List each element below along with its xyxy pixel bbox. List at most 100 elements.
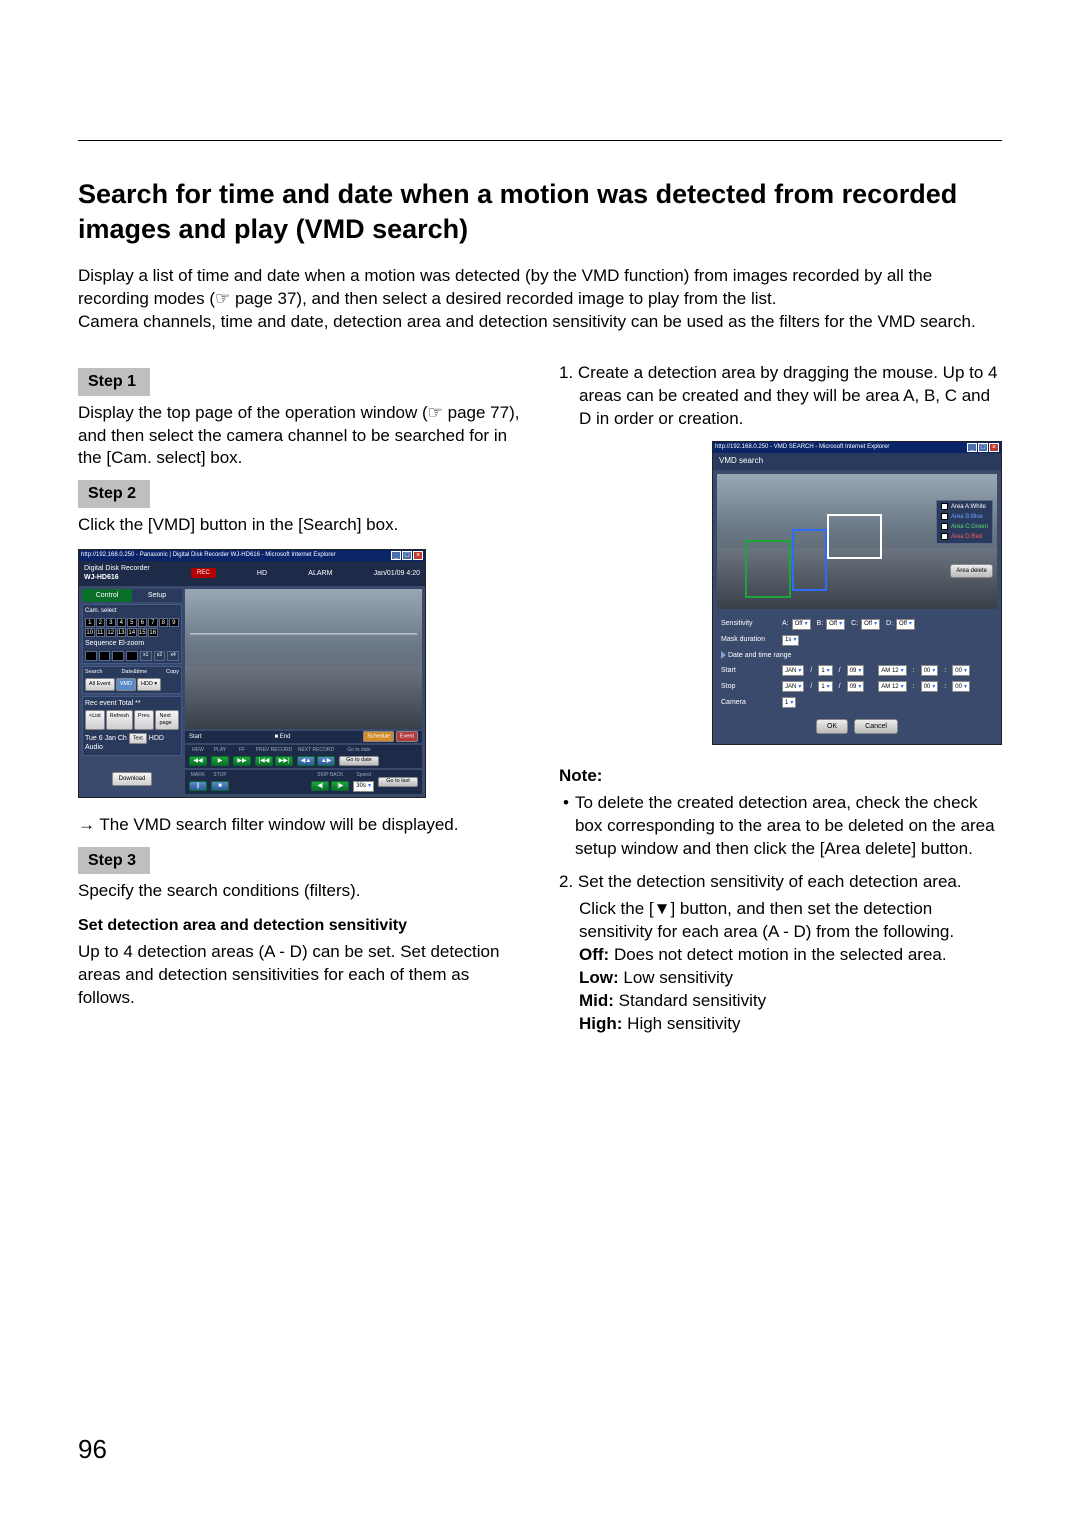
start-min[interactable]: 00▾ bbox=[921, 665, 939, 676]
sens-c-select[interactable]: Off▾ bbox=[861, 619, 880, 630]
sens-a-select[interactable]: Off▾ bbox=[792, 619, 811, 630]
end-label: ■ End bbox=[275, 733, 291, 741]
sens-b-select[interactable]: Off▾ bbox=[826, 619, 845, 630]
sens-d-select[interactable]: Off▾ bbox=[896, 619, 915, 630]
mask-label: Mask duration bbox=[721, 635, 776, 644]
alarm-indicator: ALARM bbox=[308, 569, 332, 578]
speed-select[interactable]: 30s▾ bbox=[353, 781, 374, 792]
max-icon[interactable]: □ bbox=[978, 443, 988, 452]
min-icon[interactable]: _ bbox=[391, 551, 401, 560]
start-hour[interactable]: AM 12▾ bbox=[878, 665, 906, 676]
hd-indicator: HD bbox=[257, 569, 267, 578]
multi-16[interactable] bbox=[126, 651, 138, 661]
schedule-indicator: Schedule bbox=[363, 731, 394, 742]
max-icon[interactable]: □ bbox=[402, 551, 412, 560]
prev-button[interactable]: Prev. bbox=[134, 710, 154, 730]
transport-bar: REW◀◀ PLAY▶ FF▶▶ PREV RECORD|◀◀▶▶| NEXT … bbox=[185, 745, 422, 768]
brand-model: WJ-HD616 bbox=[84, 573, 150, 582]
stop-min[interactable]: 00▾ bbox=[921, 681, 939, 692]
all-event-button[interactable]: All Event bbox=[85, 678, 115, 690]
step1-body: Display the top page of the operation wi… bbox=[78, 402, 521, 471]
rew-button[interactable]: ◀◀ bbox=[189, 756, 207, 766]
start-sec[interactable]: 00▾ bbox=[952, 665, 970, 676]
prevrec-button[interactable]: |◀◀ bbox=[255, 756, 273, 766]
stop-hour[interactable]: AM 12▾ bbox=[878, 681, 906, 692]
detection-area-a[interactable] bbox=[827, 514, 882, 559]
hdd-select[interactable]: HDD ▾ bbox=[137, 678, 161, 690]
total-label: Total ** bbox=[118, 700, 140, 707]
zoom-x1[interactable]: x1 bbox=[140, 651, 152, 661]
nextmark-button[interactable]: ▲▶ bbox=[317, 756, 335, 766]
refresh-button[interactable]: Refresh bbox=[106, 710, 133, 730]
camera-select[interactable]: 1▾ bbox=[782, 697, 796, 708]
area-delete-button[interactable]: Area delete bbox=[950, 564, 993, 578]
text-button[interactable]: Text bbox=[129, 733, 147, 744]
step3-head: Step 3 bbox=[78, 847, 150, 875]
close-icon[interactable]: × bbox=[413, 551, 423, 560]
clock: Jan/01/09 4:20 bbox=[374, 569, 420, 578]
video-preview bbox=[185, 589, 422, 729]
area-b-checkbox[interactable] bbox=[941, 513, 948, 520]
start-month[interactable]: JAN▾ bbox=[782, 665, 804, 676]
close-icon[interactable]: × bbox=[989, 443, 999, 452]
detection-area-c[interactable] bbox=[745, 540, 791, 598]
multi-4[interactable] bbox=[99, 651, 111, 661]
subbody-detection: Up to 4 detection areas (A - D) can be s… bbox=[78, 941, 521, 1010]
ie-title-text: http://192.168.0.250 - Panasonic | Digit… bbox=[81, 551, 336, 559]
vmd-ie-title: http://192.168.0.250 - VMD SEARCH - Micr… bbox=[715, 443, 889, 451]
screenshot-operation-window: http://192.168.0.250 - Panasonic | Digit… bbox=[78, 549, 426, 798]
step2-body: Click the [VMD] button in the [Search] b… bbox=[78, 514, 521, 537]
play-button[interactable]: ▶ bbox=[211, 756, 229, 766]
vmd-button[interactable]: VMD bbox=[116, 678, 136, 690]
stop-button[interactable]: ■ bbox=[211, 781, 229, 791]
subhead-detection: Set detection area and detection sensiti… bbox=[78, 915, 521, 937]
stop-month[interactable]: JAN▾ bbox=[782, 681, 804, 692]
bullet-icon: • bbox=[563, 792, 569, 861]
step2-result: → The VMD search filter window will be d… bbox=[78, 814, 521, 837]
nextrec-button[interactable]: ▶▶| bbox=[275, 756, 293, 766]
stop-day[interactable]: 1▾ bbox=[818, 681, 832, 692]
area-a-checkbox[interactable] bbox=[941, 503, 948, 510]
ok-button[interactable]: OK bbox=[816, 719, 848, 734]
prevmark-button[interactable]: ◀▲ bbox=[297, 756, 315, 766]
tab-setup[interactable]: Setup bbox=[132, 589, 182, 602]
ie-title-bar: http://192.168.0.250 - Panasonic | Digit… bbox=[79, 550, 425, 561]
seq-label: Sequence bbox=[85, 640, 117, 647]
skipback-button[interactable]: ◀| bbox=[311, 781, 329, 791]
op-sidebar: Control Setup Cam. select 12345678910111… bbox=[82, 589, 182, 794]
cam-numbers: 12345678910111213141516 bbox=[85, 618, 179, 637]
mark-button[interactable]: || bbox=[189, 781, 207, 791]
nextpage-button[interactable]: Next page bbox=[155, 710, 179, 730]
start-year[interactable]: 09▾ bbox=[847, 665, 865, 676]
intro-paragraph: Display a list of time and date when a m… bbox=[78, 265, 1002, 334]
ff-button[interactable]: ▶▶ bbox=[233, 756, 251, 766]
stop-sec[interactable]: 00▾ bbox=[952, 681, 970, 692]
note-bullet: To delete the created detection area, ch… bbox=[575, 792, 1002, 861]
stop-year[interactable]: 09▾ bbox=[847, 681, 865, 692]
area-legend: Area A:White Area B:Blue Area C:Green Ar… bbox=[936, 500, 993, 544]
cancel-button[interactable]: Cancel bbox=[854, 719, 898, 734]
stop-label: Stop bbox=[721, 682, 776, 691]
rec-indicator: REC bbox=[191, 568, 216, 578]
zoom-x2[interactable]: x2 bbox=[154, 651, 166, 661]
golast-button[interactable]: Go to last bbox=[378, 777, 418, 787]
mask-select[interactable]: 1s▾ bbox=[782, 635, 799, 646]
left-column: Step 1 Display the top page of the opera… bbox=[78, 362, 521, 1036]
download-button[interactable]: Download bbox=[112, 772, 153, 786]
skipfwd-button[interactable]: |▶ bbox=[331, 781, 349, 791]
tab-control[interactable]: Control bbox=[82, 589, 132, 602]
vmd-title: VMD search bbox=[713, 453, 1001, 470]
sensitivity-label: Sensitivity bbox=[721, 619, 776, 628]
area-d-checkbox[interactable] bbox=[941, 533, 948, 540]
min-icon[interactable]: _ bbox=[967, 443, 977, 452]
step3-body: Specify the search conditions (filters). bbox=[78, 880, 521, 903]
zoom-x4[interactable]: x4 bbox=[167, 651, 179, 661]
start-day[interactable]: 1▾ bbox=[818, 665, 832, 676]
detection-area-b[interactable] bbox=[792, 529, 827, 591]
area-c-checkbox[interactable] bbox=[941, 523, 948, 530]
gotodate-button[interactable]: Go to date bbox=[339, 756, 379, 766]
top-separator bbox=[78, 140, 1002, 141]
multi-1[interactable] bbox=[85, 651, 97, 661]
multi-9[interactable] bbox=[112, 651, 124, 661]
list-button[interactable]: <List bbox=[85, 710, 105, 730]
